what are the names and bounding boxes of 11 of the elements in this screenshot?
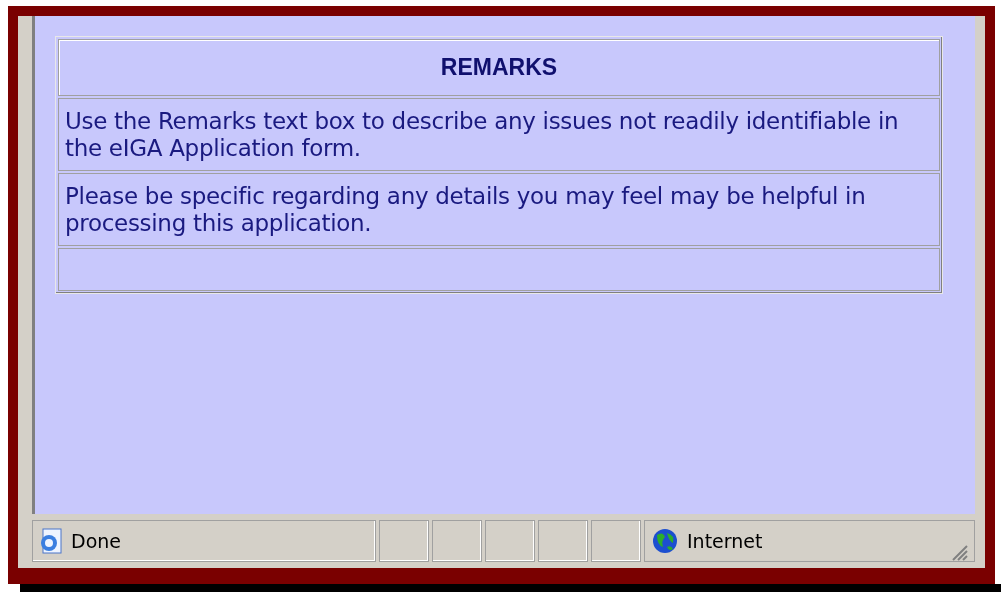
status-panel [379, 520, 429, 562]
status-panel [591, 520, 641, 562]
table-cell: Use the Remarks text box to describe any issues not readily identifiable in the eIGA Application form. [58, 98, 940, 171]
table-cell: Please be specific regarding any details you may feel may be helpful in processing this application. [58, 173, 940, 246]
status-panel [538, 520, 588, 562]
zone-text: Internet [687, 528, 763, 554]
status-text: Done [71, 528, 121, 554]
globe-icon [651, 527, 679, 555]
table-heading: REMARKS [58, 39, 940, 96]
status-panel [485, 520, 535, 562]
status-panel [432, 520, 482, 562]
